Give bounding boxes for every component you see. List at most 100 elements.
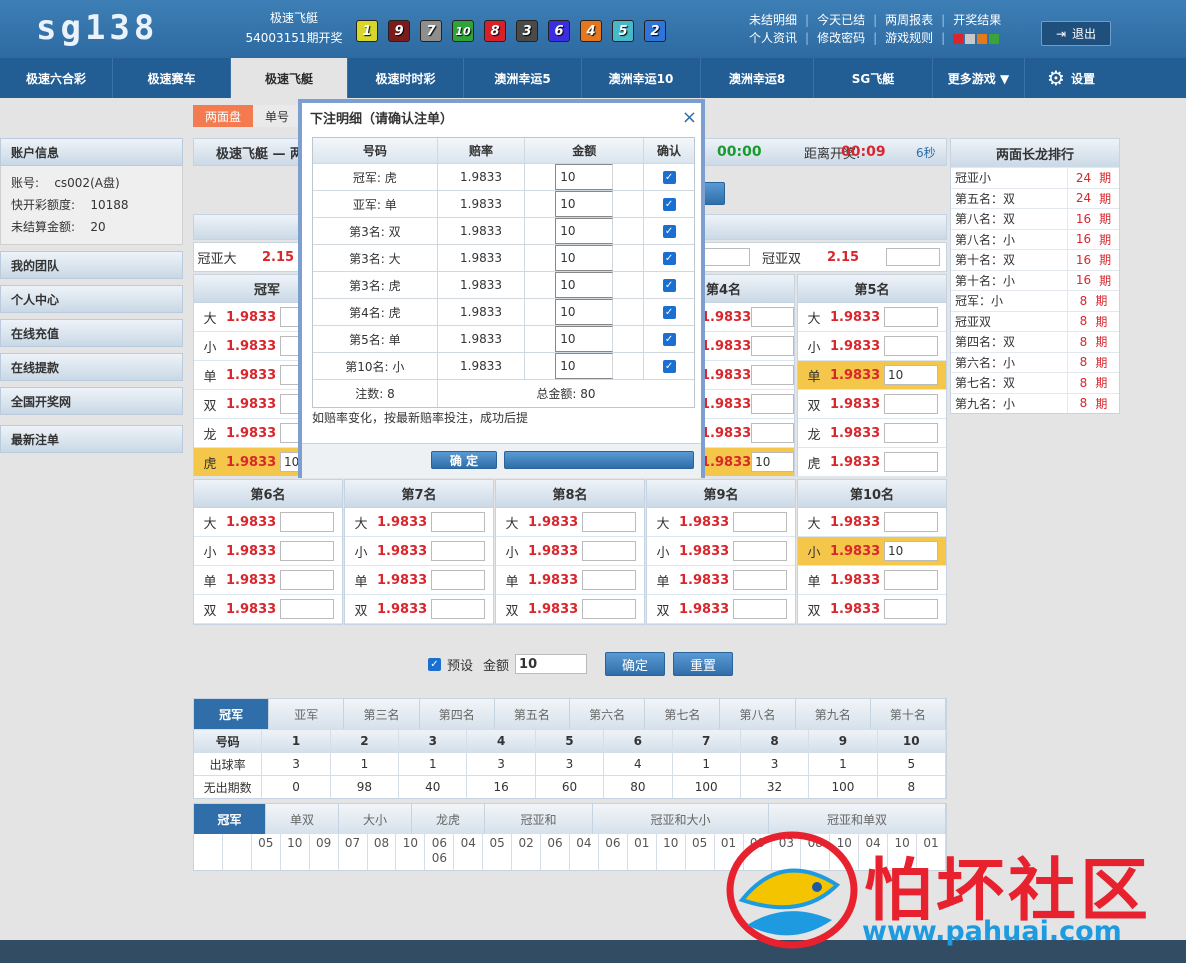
bet-item-amount-input[interactable]: 10 bbox=[555, 353, 614, 379]
bet-amount-input[interactable]: 10 bbox=[751, 452, 794, 472]
bet-option-row[interactable]: 单 1.9833 10 bbox=[798, 361, 946, 390]
quick-bet-button[interactable] bbox=[703, 182, 725, 205]
bet-item-amount-input[interactable]: 10 bbox=[555, 299, 614, 325]
bet-amount-input[interactable] bbox=[884, 336, 938, 356]
bet-amount-input[interactable] bbox=[884, 423, 938, 443]
stats-tab[interactable]: 第六名 bbox=[570, 699, 646, 729]
bet-amount-input[interactable] bbox=[582, 512, 636, 532]
link-draw-results[interactable]: 开奖结果 bbox=[953, 11, 1001, 29]
bet-amount-input[interactable] bbox=[884, 570, 938, 590]
bet-option-row[interactable]: 单 1.9833 bbox=[798, 566, 946, 595]
bet-option-row[interactable]: 大 1.9833 bbox=[798, 508, 946, 537]
bet-option-row[interactable]: 小 1.9833 bbox=[194, 537, 342, 566]
bet-option-row[interactable]: 双 1.9833 bbox=[194, 595, 342, 624]
bet-amount-input[interactable] bbox=[884, 599, 938, 619]
bet-option-row[interactable]: 单 1.9833 bbox=[194, 566, 342, 595]
bet-confirm-checkbox[interactable]: ✓ bbox=[662, 332, 676, 346]
bet-amount-input[interactable] bbox=[582, 570, 636, 590]
bet-confirm-checkbox[interactable]: ✓ bbox=[662, 278, 676, 292]
bet-item-amount-input[interactable]: 10 bbox=[555, 326, 614, 352]
nav-settings[interactable]: ⚙ 设置 bbox=[1025, 58, 1117, 98]
bet-amount-input[interactable] bbox=[733, 570, 787, 590]
bet-option-row[interactable]: 龙 1.9833 bbox=[798, 419, 946, 448]
bet-amount-input[interactable]: 10 bbox=[884, 365, 938, 385]
bet-confirm-checkbox[interactable]: ✓ bbox=[662, 251, 676, 265]
nav-item[interactable]: 极速时时彩 bbox=[348, 58, 464, 98]
sum-row-input[interactable] bbox=[704, 248, 750, 266]
theme-orange[interactable] bbox=[977, 33, 988, 44]
sidebar-item-team[interactable]: 我的团队 bbox=[0, 251, 183, 279]
bet-option-row[interactable]: 大 1.9833 bbox=[194, 508, 342, 537]
bet-option-row[interactable]: 虎 1.9833 bbox=[798, 448, 946, 477]
stats-tab[interactable]: 第三名 bbox=[344, 699, 420, 729]
bet-amount-input[interactable] bbox=[280, 570, 334, 590]
link-personal-info[interactable]: 个人资讯 bbox=[749, 29, 797, 47]
bet-confirm-checkbox[interactable]: ✓ bbox=[662, 197, 676, 211]
bet-amount-input[interactable] bbox=[431, 541, 485, 561]
bet-option-row[interactable]: 小 1.9833 bbox=[496, 537, 644, 566]
stats-tab[interactable]: 冠军 bbox=[194, 699, 270, 729]
stats-tab[interactable]: 第七名 bbox=[645, 699, 721, 729]
bet-item-amount-input[interactable]: 10 bbox=[555, 245, 614, 271]
theme-red[interactable] bbox=[953, 33, 964, 44]
dialog-confirm-button[interactable]: 确 定 bbox=[431, 451, 497, 469]
bet-item-amount-input[interactable]: 10 bbox=[555, 272, 614, 298]
link-unsettled[interactable]: 未结明细 bbox=[749, 11, 797, 29]
nav-item[interactable]: 澳洲幸运5 bbox=[464, 58, 582, 98]
sidebar-item-lottery-net[interactable]: 全国开奖网 bbox=[0, 387, 183, 415]
sidebar-item-withdraw[interactable]: 在线提款 bbox=[0, 353, 183, 381]
road-tab[interactable]: 冠军 bbox=[194, 804, 266, 834]
bet-amount-input[interactable] bbox=[884, 452, 938, 472]
nav-item-active[interactable]: 极速飞艇 bbox=[231, 58, 348, 98]
close-icon[interactable]: × bbox=[682, 107, 697, 128]
bet-amount-input[interactable] bbox=[280, 541, 334, 561]
bet-amount-input[interactable] bbox=[733, 599, 787, 619]
bet-confirm-checkbox[interactable]: ✓ bbox=[662, 224, 676, 238]
preset-amount-input[interactable]: 10 bbox=[515, 654, 588, 674]
link-change-password[interactable]: 修改密码 bbox=[817, 29, 865, 47]
subtab-two-sided[interactable]: 两面盘 bbox=[193, 105, 254, 127]
bet-amount-input[interactable] bbox=[582, 541, 636, 561]
bet-option-row[interactable]: 大 1.9833 bbox=[798, 303, 946, 332]
dialog-cancel-button[interactable] bbox=[504, 451, 694, 469]
nav-item[interactable]: 极速六合彩 bbox=[0, 58, 113, 98]
sidebar-item-personal[interactable]: 个人中心 bbox=[0, 285, 183, 313]
theme-green[interactable] bbox=[989, 33, 1000, 44]
stats-tab[interactable]: 第八名 bbox=[720, 699, 796, 729]
stats-tab[interactable]: 第四名 bbox=[420, 699, 495, 729]
bet-amount-input[interactable] bbox=[733, 512, 787, 532]
stats-tab[interactable]: 亚军 bbox=[269, 699, 345, 729]
site-logo[interactable]: sg138 bbox=[36, 8, 158, 48]
bet-option-row[interactable]: 小 1.9833 bbox=[647, 537, 795, 566]
nav-item[interactable]: 极速赛车 bbox=[113, 58, 231, 98]
confirm-button[interactable]: 确定 bbox=[605, 652, 666, 676]
bet-amount-input[interactable] bbox=[751, 394, 794, 414]
bet-item-amount-input[interactable]: 10 bbox=[555, 191, 614, 217]
bet-amount-input[interactable] bbox=[280, 599, 334, 619]
nav-item[interactable]: SG飞艇 bbox=[814, 58, 933, 98]
link-game-rules[interactable]: 游戏规则 bbox=[885, 29, 933, 47]
bet-item-amount-input[interactable]: 10 bbox=[555, 164, 614, 190]
bet-option-row[interactable]: 双 1.9833 bbox=[647, 595, 795, 624]
bet-amount-input[interactable] bbox=[431, 512, 485, 532]
sidebar-item-latest-bets[interactable]: 最新注单 bbox=[0, 425, 183, 453]
nav-more-games[interactable]: 更多游戏 ▼ bbox=[933, 58, 1025, 98]
bet-option-row[interactable]: 小 1.9833 bbox=[345, 537, 493, 566]
bet-option-row[interactable]: 大 1.9833 bbox=[345, 508, 493, 537]
bet-option-row[interactable]: 大 1.9833 bbox=[647, 508, 795, 537]
bet-amount-input[interactable] bbox=[884, 512, 938, 532]
preset-checkbox[interactable]: ✓ bbox=[428, 657, 441, 671]
bet-option-row[interactable]: 单 1.9833 bbox=[345, 566, 493, 595]
bet-confirm-checkbox[interactable]: ✓ bbox=[662, 359, 676, 373]
stats-tab[interactable]: 第五名 bbox=[495, 699, 571, 729]
nav-item[interactable]: 澳洲幸运10 bbox=[582, 58, 701, 98]
bet-amount-input[interactable] bbox=[751, 307, 794, 327]
bet-amount-input[interactable] bbox=[751, 336, 794, 356]
theme-gray[interactable] bbox=[965, 33, 976, 44]
bet-amount-input[interactable] bbox=[280, 512, 334, 532]
sidebar-item-deposit[interactable]: 在线充值 bbox=[0, 319, 183, 347]
sum-even-input[interactable] bbox=[886, 248, 940, 266]
road-tab[interactable]: 大小 bbox=[339, 804, 412, 834]
bet-amount-input[interactable]: 10 bbox=[884, 541, 938, 561]
bet-amount-input[interactable] bbox=[884, 394, 938, 414]
